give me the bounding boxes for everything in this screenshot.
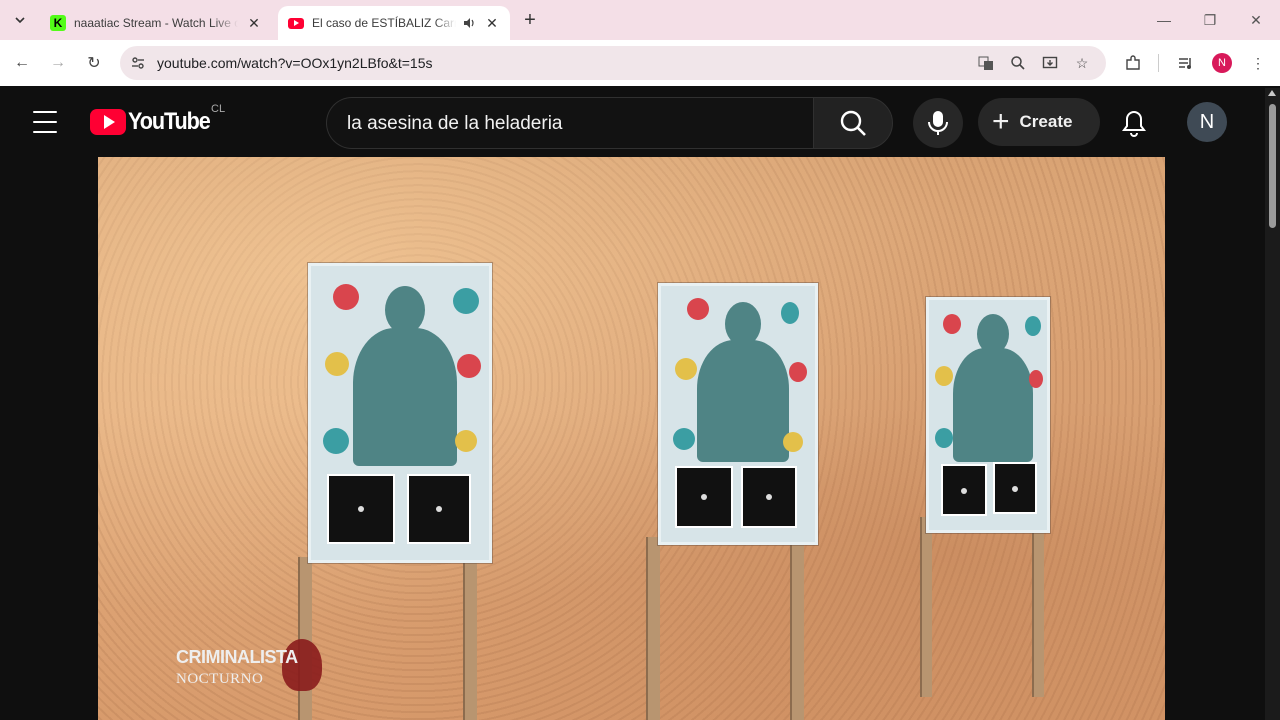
close-icon[interactable]: ✕ [246, 15, 262, 31]
close-icon[interactable]: ✕ [484, 15, 500, 31]
site-info-icon[interactable] [128, 53, 148, 73]
tab-kick-stream[interactable]: K naaatiac Stream - Watch Live on Kick ✕ [40, 6, 272, 40]
page-scrollbar[interactable] [1265, 88, 1280, 720]
youtube-logo[interactable]: YouTube [90, 108, 219, 135]
target-post [463, 557, 477, 720]
target-post [790, 537, 804, 720]
target-post [646, 537, 660, 720]
youtube-play-icon [90, 109, 126, 135]
youtube-wordmark: YouTube [128, 108, 211, 135]
shooting-target [926, 297, 1050, 533]
translate-icon[interactable] [976, 53, 996, 73]
tab-search-button[interactable] [8, 8, 32, 32]
shooting-target [658, 283, 818, 545]
voice-search-button[interactable] [913, 98, 963, 148]
new-tab-button[interactable]: + [520, 10, 540, 30]
address-bar[interactable]: youtube.com/watch?v=OOx1yn2LBfo&t=15s ☆ [120, 46, 1106, 80]
browser-toolbar: ← → ↻ youtube.com/watch?v=OOx1yn2LBfo&t=… [0, 40, 1280, 86]
youtube-icon [288, 17, 304, 29]
hamburger-menu-icon[interactable] [33, 111, 57, 133]
minimize-icon[interactable]: — [1141, 8, 1187, 32]
scroll-up-arrow-icon[interactable] [1268, 90, 1276, 96]
country-code: CL [211, 103, 226, 115]
url-text: youtube.com/watch?v=OOx1yn2LBfo&t=15s [157, 55, 433, 71]
browser-tab-strip: K naaatiac Stream - Watch Live on Kick ✕… [0, 0, 1280, 40]
back-icon[interactable]: ← [10, 51, 34, 75]
tab-youtube-video[interactable]: El caso de ESTÍBALIZ Carranza ✕ [278, 6, 510, 40]
zoom-icon[interactable] [1008, 53, 1028, 73]
account-avatar[interactable]: N [1187, 102, 1227, 142]
create-button[interactable]: + Create [978, 98, 1100, 146]
page-margin-right [1165, 156, 1264, 720]
chevron-down-icon [15, 17, 25, 24]
search-button[interactable] [813, 97, 893, 149]
restore-icon[interactable]: ❐ [1187, 8, 1233, 32]
watermark-title: CRIMINALISTA [176, 647, 298, 667]
speaker-icon[interactable] [462, 16, 476, 30]
youtube-masthead: YouTube CL la asesina de la heladeria + … [0, 88, 1264, 156]
reload-icon[interactable]: ↻ [82, 51, 106, 75]
profile-avatar[interactable]: N [1212, 53, 1232, 73]
plus-icon: + [992, 105, 1010, 138]
tab-title: El caso de ESTÍBALIZ Carranza [312, 16, 456, 30]
window-close-icon[interactable]: ✕ [1233, 8, 1279, 32]
bookmark-star-icon[interactable]: ☆ [1072, 53, 1092, 73]
target-post [1032, 517, 1044, 697]
tab-title: naaatiac Stream - Watch Live on Kick [74, 16, 238, 30]
forward-icon[interactable]: → [46, 51, 70, 75]
search-input[interactable]: la asesina de la heladeria [326, 97, 814, 149]
target-post [920, 517, 932, 697]
menu-kebab-icon[interactable]: ⋮ [1246, 51, 1270, 75]
channel-watermark: CRIMINALISTA NOCTURNO [174, 639, 324, 699]
search-icon [840, 110, 866, 136]
watermark-subtitle: NOCTURNO [176, 671, 264, 687]
install-app-icon[interactable] [1040, 53, 1060, 73]
microphone-icon [928, 111, 948, 135]
shooting-target [308, 263, 492, 563]
video-player[interactable]: CRIMINALISTA NOCTURNO [98, 157, 1165, 720]
page-margin-left [0, 156, 98, 720]
scrollbar-thumb[interactable] [1269, 104, 1276, 228]
media-controls-icon[interactable] [1174, 51, 1198, 75]
notifications-bell-icon[interactable] [1116, 105, 1152, 141]
kick-icon: K [50, 15, 66, 31]
extensions-icon[interactable] [1121, 51, 1145, 75]
create-label: Create [1019, 112, 1073, 131]
search-query: la asesina de la heladeria [347, 113, 563, 134]
toolbar-divider [1158, 54, 1159, 72]
